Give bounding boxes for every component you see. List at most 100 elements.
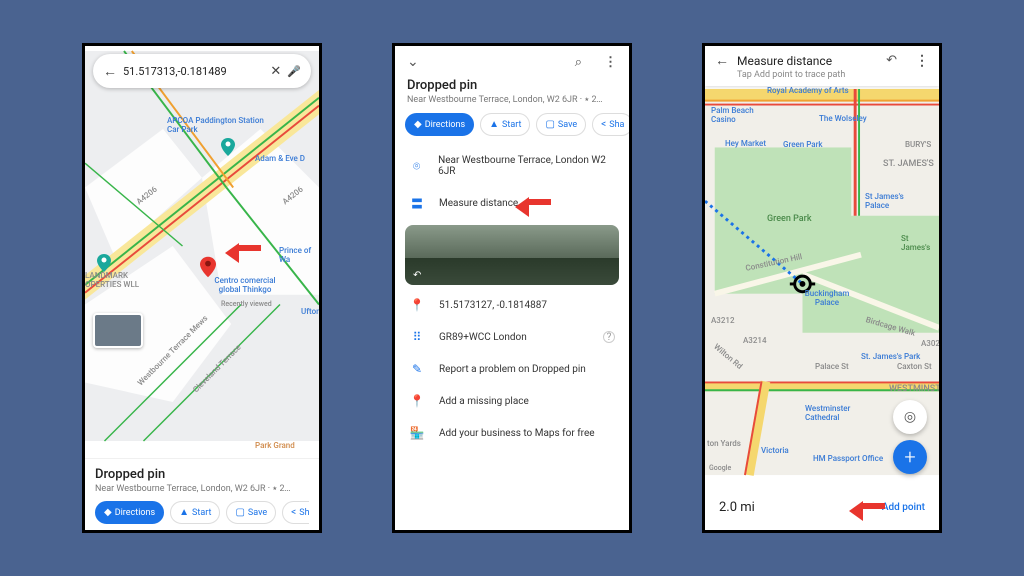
add-point-button[interactable]: Add point (882, 502, 925, 513)
map-label-parking: APCOA Paddington Station Car Park (167, 116, 277, 134)
share-button[interactable]: <Sha (592, 113, 629, 136)
map-label: Royal Academy of Arts (767, 86, 849, 95)
overflow-icon[interactable]: ⋮ (604, 55, 617, 70)
help-icon[interactable]: ? (603, 331, 615, 343)
bookmark-icon: ▢ (545, 119, 554, 130)
save-button[interactable]: ▢Save (226, 501, 276, 524)
map-canvas-1[interactable]: APCOA Paddington Station Car Park Adam &… (85, 46, 319, 446)
add-missing-row[interactable]: 📍 Add a missing place (395, 385, 629, 417)
map-label: Palace St (815, 362, 849, 371)
measure-title: Measure distance (737, 54, 878, 68)
measure-footer: 2.0 mi Add point (705, 484, 939, 530)
share-button[interactable]: <Sha (282, 501, 309, 524)
coords-row[interactable]: 📍 51.5173127, -0.1814887 (395, 289, 629, 321)
map-label: A302 (921, 339, 940, 348)
map-label: Hey Market (725, 139, 766, 148)
distance-value: 2.0 mi (719, 500, 755, 515)
map-label: Green Park (767, 214, 812, 224)
map-label: ton Yards (707, 439, 741, 448)
locate-button[interactable]: ◎ (893, 400, 927, 434)
place-subtitle: Near Westbourne Terrace, London, W2 6JR … (395, 95, 629, 105)
map-label-parkgrand: Park Grand (255, 441, 295, 450)
search-icon[interactable]: ⌕ (575, 55, 582, 70)
action-row: ◆Directions ▲Start ▢Save <Sha (395, 113, 629, 146)
tutorial-arrow-icon (515, 190, 551, 212)
map-label: St. James's Park (861, 352, 931, 361)
map-label: WESTMINSTE (889, 384, 942, 394)
map-label-prince: Prince of Wa (279, 246, 319, 264)
place-title: Dropped pin (395, 78, 629, 93)
voice-icon[interactable]: 🎤 (287, 65, 301, 78)
phone-screen-1: APCOA Paddington Station Car Park Adam &… (82, 43, 322, 533)
storefront-icon: 🏪 (409, 426, 425, 440)
pluscode-row[interactable]: ⠿ GR89+WCC London ? (395, 321, 629, 353)
phone-screen-2: ⌄ ⌕ ⋮ Dropped pin Near Westbourne Terrac… (392, 43, 632, 533)
streetview-preview[interactable] (405, 225, 619, 285)
search-bar[interactable]: ← 51.517313,-0.181489 ✕ 🎤 (93, 54, 311, 88)
address-row[interactable]: ⌾ Near Westbourne Terrace, London W2 6JR (395, 146, 629, 186)
back-icon[interactable]: ← (715, 52, 729, 69)
add-business-row[interactable]: 🏪 Add your business to Maps for free (395, 417, 629, 449)
add-fab[interactable]: + (893, 440, 927, 474)
map-label-adam: Adam & Eve D (255, 154, 305, 163)
start-icon: ▲ (489, 119, 499, 130)
start-button[interactable]: ▲Start (480, 113, 530, 136)
map-label: Victoria (761, 446, 789, 455)
report-problem-row[interactable]: ✎ Report a problem on Dropped pin (395, 353, 629, 385)
add-place-icon: 📍 (409, 394, 425, 408)
map-label: BURY'S (905, 140, 931, 149)
poi-pin (97, 254, 111, 272)
directions-button[interactable]: ◆Directions (95, 501, 164, 524)
start-icon: ▲ (179, 507, 189, 518)
bottom-sheet[interactable]: Dropped pin Near Westbourne Terrace, Lon… (85, 458, 319, 530)
detail-header: ⌄ ⌕ ⋮ (395, 46, 629, 78)
tutorial-arrow-icon (849, 494, 885, 516)
start-button[interactable]: ▲Start (170, 501, 220, 524)
map-label: The Wolseley (819, 114, 867, 123)
clear-icon[interactable]: ✕ (270, 64, 281, 79)
map-label: Palm Beach Casino (711, 106, 756, 124)
map-label: A3212 (711, 316, 735, 325)
map-label: St James's (901, 234, 939, 252)
map-label: Buckingham Palace (797, 289, 857, 307)
ruler-icon: 〓 (409, 195, 425, 212)
directions-button[interactable]: ◆Directions (405, 113, 474, 136)
directions-icon: ◆ (414, 119, 422, 130)
map-label: HM Passport Office (813, 454, 883, 463)
place-subtitle: Near Westbourne Terrace, London, W2 6JR … (95, 484, 309, 494)
map-label-recent: Recently viewed (221, 300, 272, 308)
map-label: ST. JAMES'S (883, 159, 934, 169)
pluscode-icon: ⠿ (409, 330, 425, 344)
action-row: ◆Directions ▲Start ▢Save <Sha (95, 501, 309, 524)
bookmark-icon: ▢ (235, 507, 244, 518)
map-label: Google (709, 464, 731, 472)
tutorial-arrow-icon (225, 236, 261, 258)
measure-distance-row[interactable]: 〓 Measure distance (395, 186, 629, 221)
map-label-centro: Centro comercial global Thinkgo (205, 276, 285, 294)
streetview-thumbnail[interactable] (93, 313, 143, 348)
map-label: A3214 (743, 336, 767, 345)
back-icon[interactable]: ← (103, 63, 117, 80)
save-button[interactable]: ▢Save (536, 113, 586, 136)
directions-icon: ◆ (104, 507, 112, 518)
map-label: Green Park (783, 140, 823, 149)
pin-filled-icon: 📍 (409, 298, 425, 312)
share-icon: < (291, 507, 296, 518)
share-icon: < (601, 119, 606, 130)
undo-icon[interactable]: ↶ (886, 53, 897, 68)
map-label-landmark: LANDMARK OPERTIES WLL (85, 271, 145, 289)
map-label: St James's Palace (865, 192, 920, 210)
dropped-pin-icon (200, 256, 216, 278)
map-label: Caxton St (897, 362, 932, 371)
search-input[interactable]: 51.517313,-0.181489 (123, 65, 264, 78)
place-title: Dropped pin (95, 467, 309, 482)
map-label-ufton: Ufton (301, 307, 321, 316)
overflow-icon[interactable]: ⋮ (915, 53, 929, 69)
collapse-icon[interactable]: ⌄ (407, 54, 419, 70)
phone-screen-3: ← Measure distance ↶ ⋮ Tap Add point to … (702, 43, 942, 533)
poi-pin (221, 138, 235, 156)
pin-outline-icon: ⌾ (409, 159, 424, 174)
measure-header: ← Measure distance ↶ ⋮ Tap Add point to … (705, 46, 939, 86)
measure-subtitle: Tap Add point to trace path (737, 70, 929, 80)
map-label: Westminster Cathedral (805, 404, 875, 422)
